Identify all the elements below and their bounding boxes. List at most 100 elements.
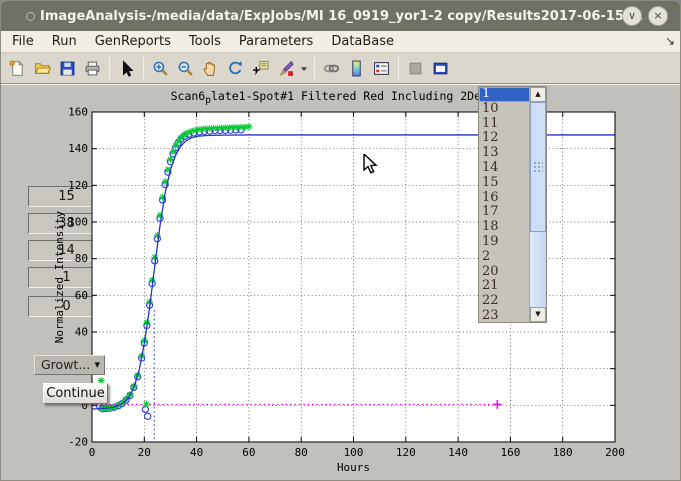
rotate-3d-icon: [227, 60, 244, 77]
shade-button[interactable]: ∨: [622, 6, 642, 26]
title-bar[interactable]: ImageAnalysis-/media/data/ExpJobs/MI 16_…: [1, 1, 681, 31]
menu-item-run[interactable]: Run: [43, 31, 86, 53]
brush-button[interactable]: [273, 56, 298, 81]
menu-item-file[interactable]: File: [1, 31, 43, 53]
window-menu-icon[interactable]: [26, 12, 35, 21]
menu-item-parameters[interactable]: Parameters: [230, 31, 322, 53]
x-tick-label: 120: [396, 446, 416, 459]
x-tick-label: 60: [242, 446, 255, 459]
save-button[interactable]: [55, 56, 80, 81]
listbox-item-21[interactable]: 21: [479, 279, 530, 294]
zoom-out-button[interactable]: [173, 56, 198, 81]
pointer-button[interactable]: [114, 56, 139, 81]
brush-dropdown-button[interactable]: [298, 56, 310, 81]
x-tick-label: 80: [295, 446, 308, 459]
data-cursor-icon: [252, 60, 269, 77]
listbox-item-18[interactable]: 18: [479, 220, 530, 235]
listbox-item-15[interactable]: 15: [479, 176, 530, 191]
pan-hand-button[interactable]: [198, 56, 223, 81]
brush-icon: [277, 60, 294, 77]
menu-item-database[interactable]: DataBase: [322, 31, 403, 53]
window-title: ImageAnalysis-/media/data/ExpJobs/MI 16_…: [40, 9, 643, 24]
toolbar-separator: [398, 57, 399, 79]
dock-figure-button[interactable]: [428, 56, 453, 81]
listbox-item-16[interactable]: 16: [479, 191, 530, 206]
x-tick-label: 20: [138, 446, 151, 459]
link-plots-icon: [323, 60, 340, 77]
y-tick-label: 40: [75, 326, 88, 339]
y-tick-label: 140: [68, 142, 88, 155]
toolbar-separator: [109, 57, 110, 79]
listbox-item-23[interactable]: 23: [479, 309, 530, 323]
menu-item-tools[interactable]: Tools: [180, 31, 230, 53]
listbox-scrollbar[interactable]: ▲ ▼: [529, 87, 546, 322]
listbox-item-1[interactable]: 1: [479, 87, 530, 102]
menu-overflow-icon[interactable]: ↘: [665, 34, 675, 48]
listbox-item-10[interactable]: 10: [479, 102, 530, 117]
listbox-item-14[interactable]: 14: [479, 161, 530, 176]
app-window: ImageAnalysis-/media/data/ExpJobs/MI 16_…: [0, 0, 681, 481]
open-file-button[interactable]: [30, 56, 55, 81]
insert-colorbar-icon: [348, 60, 365, 77]
rotate-3d-button[interactable]: [223, 56, 248, 81]
x-tick-label: 0: [89, 446, 96, 459]
listbox-item-19[interactable]: 19: [479, 235, 530, 250]
listbox-item-11[interactable]: 11: [479, 117, 530, 132]
listbox-item-22[interactable]: 22: [479, 294, 530, 309]
insert-legend-icon: [373, 60, 390, 77]
new-file-button[interactable]: [5, 56, 30, 81]
listbox-item-20[interactable]: 20: [479, 265, 530, 280]
toolbar-separator: [314, 57, 315, 79]
insert-legend-button[interactable]: [369, 56, 394, 81]
y-axis-label: Normalized Intensity: [53, 210, 66, 343]
pointer-icon: [118, 60, 135, 77]
scroll-up-button[interactable]: ▲: [530, 87, 546, 102]
pan-hand-icon: [202, 60, 219, 77]
x-tick-label: 40: [190, 446, 203, 459]
insert-colorbar-button[interactable]: [344, 56, 369, 81]
y-tick-label: 160: [68, 106, 88, 119]
growth-type-label: Growt...: [41, 357, 90, 372]
menu-bar: FileRunGenReportsToolsParametersDataBase…: [1, 31, 681, 53]
figure-area: 020406080100120140160180200-200204060801…: [1, 84, 681, 481]
stray-marker: [143, 400, 150, 407]
link-plots-button[interactable]: [319, 56, 344, 81]
growth-type-dropdown[interactable]: Growt... ▾: [34, 355, 105, 375]
zoom-in-button[interactable]: [148, 56, 173, 81]
zoom-out-icon: [177, 60, 194, 77]
listbox-item-13[interactable]: 13: [479, 146, 530, 161]
scroll-down-button[interactable]: ▼: [530, 307, 546, 322]
mouse-cursor-icon: [363, 154, 383, 176]
x-tick-label: 160: [500, 446, 520, 459]
spot-listbox[interactable]: 110111213141516171819220212223 ▲ ▼: [478, 86, 547, 323]
continue-button[interactable]: Continue: [43, 383, 108, 404]
listbox-item-17[interactable]: 17: [479, 205, 530, 220]
scrollbar-thumb[interactable]: [530, 102, 546, 232]
new-file-icon: [9, 60, 26, 77]
toolbar: [1, 53, 681, 84]
x-axis-label: Hours: [337, 461, 370, 474]
x-tick-label: 100: [344, 446, 364, 459]
menu-item-genreports[interactable]: GenReports: [86, 31, 180, 53]
data-cursor-button[interactable]: [248, 56, 273, 81]
listbox-item-12[interactable]: 12: [479, 131, 530, 146]
y-tick-label: 60: [75, 289, 88, 302]
dock-figure-icon: [432, 60, 449, 77]
scrollbar-grip-icon: [533, 161, 543, 173]
chevron-down-icon: ▾: [94, 356, 100, 374]
open-file-icon: [34, 60, 51, 77]
y-tick-label: 120: [68, 179, 88, 192]
x-tick-label: 200: [605, 446, 625, 459]
x-tick-label: 140: [448, 446, 468, 459]
brush-dropdown-icon: [298, 60, 310, 77]
x-tick-label: 180: [553, 446, 573, 459]
plot-tools-off-button[interactable]: [403, 56, 428, 81]
close-button[interactable]: ×: [648, 6, 668, 26]
y-tick-label: 80: [75, 252, 88, 265]
print-button[interactable]: [80, 56, 105, 81]
listbox-item-2[interactable]: 2: [479, 250, 530, 265]
y-tick-label: -20: [68, 436, 88, 449]
plot-tools-off-icon: [407, 60, 424, 77]
save-icon: [59, 60, 76, 77]
y-tick-label: 100: [68, 216, 88, 229]
